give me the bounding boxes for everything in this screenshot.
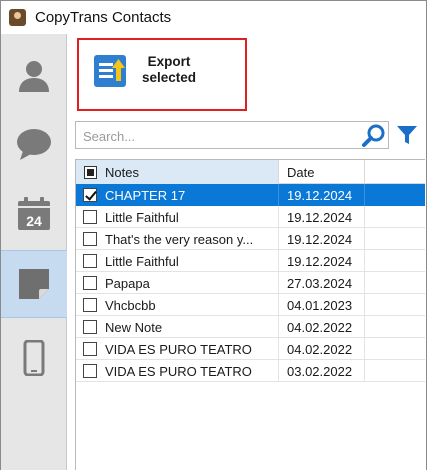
blank-cell	[364, 316, 392, 338]
search-box	[75, 121, 389, 149]
table-header: Notes Date	[76, 160, 425, 184]
note-title: VIDA ES PURO TEATRO	[105, 341, 252, 357]
row-checkbox[interactable]	[83, 276, 97, 290]
note-title: Vhcbcbb	[105, 297, 156, 313]
date-cell: 03.02.2022	[278, 360, 364, 382]
export-label-line1: Export	[147, 54, 191, 69]
blank-cell	[364, 184, 392, 206]
row-checkbox[interactable]	[83, 298, 97, 312]
sidebar-item-calendars[interactable]: 24	[1, 180, 67, 248]
row-checkbox[interactable]	[83, 364, 97, 378]
date-cell: 19.12.2024	[278, 228, 364, 250]
note-cell: Little Faithful	[76, 250, 278, 272]
chat-bubble-icon	[17, 129, 51, 160]
sidebar-item-device[interactable]	[1, 324, 67, 392]
note-title: Papapa	[105, 275, 150, 291]
row-checkbox[interactable]	[83, 188, 97, 202]
date-cell: 04.02.2022	[278, 338, 364, 360]
row-checkbox[interactable]	[83, 232, 97, 246]
table-row[interactable]: Little Faithful 19.12.2024	[76, 206, 425, 228]
table-row[interactable]: VIDA ES PURO TEATRO 04.02.2022	[76, 338, 425, 360]
table-row[interactable]: Papapa 27.03.2024	[76, 272, 425, 294]
blank-cell	[364, 338, 392, 360]
sidebar-item-notes[interactable]	[1, 250, 67, 318]
note-title: Little Faithful	[105, 253, 179, 269]
column-header-date[interactable]: Date	[278, 160, 364, 184]
note-cell: VIDA ES PURO TEATRO	[76, 360, 278, 382]
date-cell: 04.01.2023	[278, 294, 364, 316]
notes-table: Notes Date CHAPTER 17 19.12.2024 Little …	[75, 159, 425, 470]
blank-cell	[364, 228, 392, 250]
app-logo-icon	[9, 9, 26, 26]
blank-cell	[364, 206, 392, 228]
export-selected-label: Export selected	[134, 54, 204, 86]
blank-cell	[364, 272, 392, 294]
phone-icon	[23, 340, 45, 376]
note-cell: Papapa	[76, 272, 278, 294]
window-title: CopyTrans Contacts	[35, 9, 172, 26]
calendar-icon: 24	[18, 197, 50, 230]
note-cell: Vhcbcbb	[76, 294, 278, 316]
export-selected-button[interactable]: Export selected	[77, 38, 247, 111]
date-cell: 19.12.2024	[278, 184, 364, 206]
column-header-notes-label: Notes	[105, 164, 139, 180]
search-icon[interactable]	[361, 123, 387, 149]
column-header-blank	[364, 160, 392, 184]
title-bar: CopyTrans Contacts	[1, 1, 426, 34]
note-cell: New Note	[76, 316, 278, 338]
note-cell: That's the very reason y...	[76, 228, 278, 250]
main-panel: Export selected Notes Dat	[67, 34, 426, 470]
note-title: That's the very reason y...	[105, 231, 254, 247]
row-checkbox[interactable]	[83, 320, 97, 334]
table-row[interactable]: Vhcbcbb 04.01.2023	[76, 294, 425, 316]
blank-cell	[364, 360, 392, 382]
filter-button[interactable]	[391, 121, 423, 149]
blank-cell	[364, 250, 392, 272]
table-row[interactable]: Little Faithful 19.12.2024	[76, 250, 425, 272]
column-header-date-label: Date	[287, 164, 315, 180]
person-icon	[19, 61, 49, 92]
date-cell: 27.03.2024	[278, 272, 364, 294]
note-cell: Little Faithful	[76, 206, 278, 228]
date-cell: 19.12.2024	[278, 250, 364, 272]
note-icon	[19, 269, 49, 299]
sidebar-item-contacts[interactable]	[1, 42, 67, 110]
search-input[interactable]	[83, 127, 353, 145]
sidebar-item-messages[interactable]	[1, 110, 67, 178]
table-row[interactable]: CHAPTER 17 19.12.2024	[76, 184, 425, 206]
sidebar: 24	[1, 34, 67, 470]
filter-icon	[397, 126, 417, 144]
note-cell: CHAPTER 17	[76, 184, 278, 206]
row-checkbox[interactable]	[83, 342, 97, 356]
note-cell: VIDA ES PURO TEATRO	[76, 338, 278, 360]
app-window: CopyTrans Contacts 24 Export selected Se…	[0, 0, 427, 470]
calendar-day-number: 24	[26, 213, 42, 229]
note-title: VIDA ES PURO TEATRO	[105, 363, 252, 379]
column-header-notes[interactable]: Notes	[76, 160, 278, 184]
date-cell: 19.12.2024	[278, 206, 364, 228]
note-title: New Note	[105, 319, 163, 335]
row-checkbox[interactable]	[83, 210, 97, 224]
date-cell: 04.02.2022	[278, 316, 364, 338]
export-label-line2: selected	[141, 70, 197, 85]
blank-cell	[364, 294, 392, 316]
table-row[interactable]: That's the very reason y... 19.12.2024	[76, 228, 425, 250]
row-checkbox[interactable]	[83, 254, 97, 268]
table-row[interactable]: New Note 04.02.2022	[76, 316, 425, 338]
export-icon	[94, 55, 126, 87]
table-row[interactable]: VIDA ES PURO TEATRO 03.02.2022	[76, 360, 425, 382]
select-all-checkbox[interactable]	[84, 165, 97, 179]
note-title: CHAPTER 17	[105, 187, 186, 203]
note-title: Little Faithful	[105, 209, 179, 225]
